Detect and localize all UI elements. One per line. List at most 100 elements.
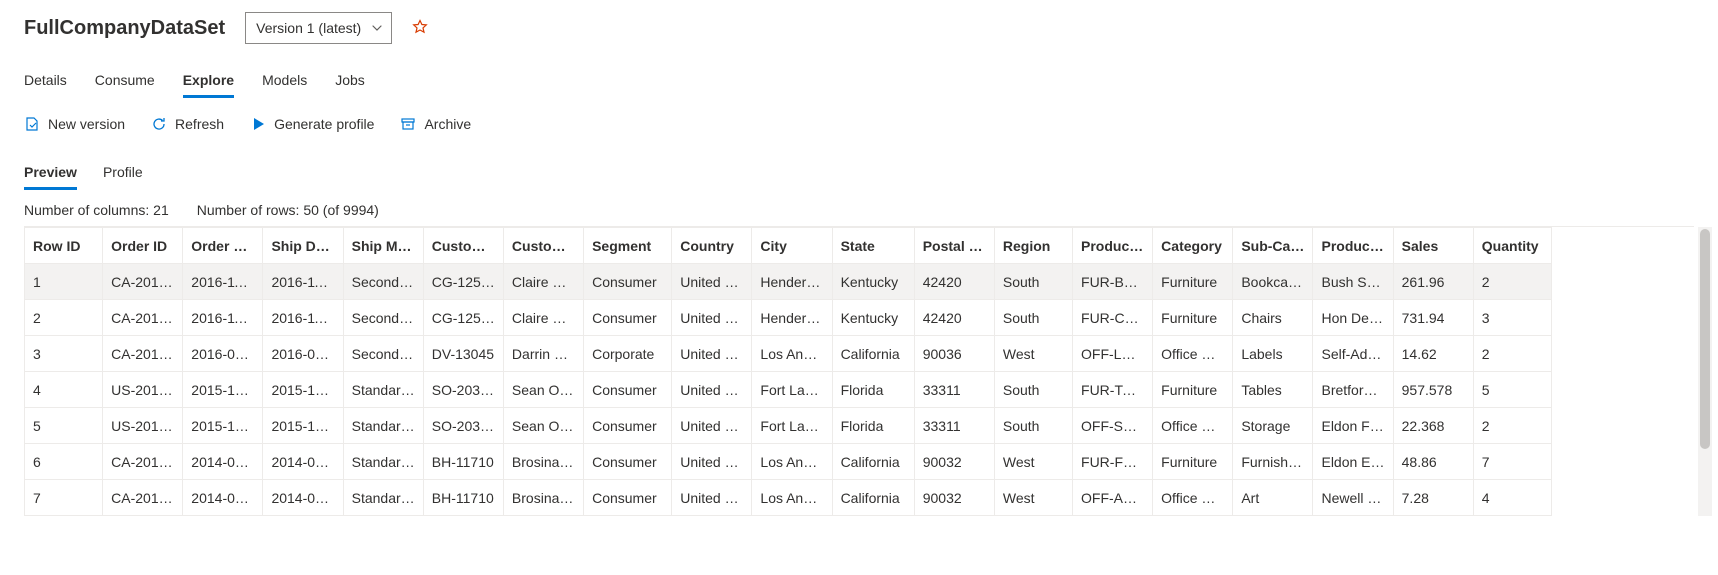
table-cell: US-2015-108966 (103, 372, 183, 408)
table-cell: OFF-ST-10000760 (1073, 408, 1153, 444)
tab-details[interactable]: Details (24, 64, 67, 98)
table-cell: Bookcases (1233, 264, 1313, 300)
table-body: 1CA-2016-1521562016-11-082016-11-11Secon… (25, 264, 1552, 516)
table-cell: Second Class (343, 300, 423, 336)
column-header[interactable]: Sub-Category (1233, 228, 1313, 264)
table-cell: 2 (1473, 408, 1551, 444)
table-cell: Consumer (584, 480, 672, 516)
table-row[interactable]: 6CA-2014-1158122014-06-092014-06-14Stand… (25, 444, 1552, 480)
column-header[interactable]: Segment (584, 228, 672, 264)
table-cell: CG-12520 (423, 300, 503, 336)
column-header[interactable]: State (832, 228, 914, 264)
page-title: FullCompanyDataSet (24, 17, 225, 40)
table-cell: 2014-06-09 (183, 480, 263, 516)
archive-button[interactable]: Archive (400, 116, 471, 132)
table-cell: Bush Somerset Collection Bookcase (1313, 264, 1393, 300)
table-cell: BH-11710 (423, 444, 503, 480)
column-header[interactable]: Product ID (1073, 228, 1153, 264)
table-cell: Second Class (343, 336, 423, 372)
column-header[interactable]: Country (672, 228, 752, 264)
subtab-preview[interactable]: Preview (24, 158, 77, 190)
column-header[interactable]: Ship Date (263, 228, 343, 264)
column-header[interactable]: Category (1153, 228, 1233, 264)
scrollbar-thumb[interactable] (1700, 229, 1710, 449)
column-header[interactable]: Postal Code (914, 228, 994, 264)
column-header[interactable]: Product Name (1313, 228, 1393, 264)
table-cell: 2015-10-11 (183, 372, 263, 408)
generate-profile-button[interactable]: Generate profile (250, 116, 374, 132)
new-version-button[interactable]: New version (24, 116, 125, 132)
play-icon (250, 116, 266, 132)
column-header[interactable]: Customer ID (423, 228, 503, 264)
table-row[interactable]: 2CA-2016-1521562016-11-082016-11-11Secon… (25, 300, 1552, 336)
scrollbar-vertical[interactable] (1698, 227, 1712, 516)
table-cell: FUR-CH-10000454 (1073, 300, 1153, 336)
table-cell: West (994, 444, 1072, 480)
table-cell: 7 (25, 480, 103, 516)
column-header[interactable]: Row ID (25, 228, 103, 264)
table-cell: Fort Lauderdale (752, 372, 832, 408)
column-header[interactable]: Customer Name (503, 228, 583, 264)
table-cell: 22.368 (1393, 408, 1473, 444)
table-cell: Newell 322 (1313, 480, 1393, 516)
rows-stat: Number of rows: 50 (of 9994) (197, 202, 379, 218)
table-cell: 90032 (914, 444, 994, 480)
table-cell: FUR-TA-10000577 (1073, 372, 1153, 408)
table-cell: 2016-06-12 (183, 336, 263, 372)
favorite-star-icon[interactable] (412, 19, 428, 38)
column-header[interactable]: City (752, 228, 832, 264)
table-cell: Brosina Hoffman (503, 480, 583, 516)
table-cell: Consumer (584, 444, 672, 480)
tab-models[interactable]: Models (262, 64, 307, 98)
table-cell: Consumer (584, 408, 672, 444)
table-cell: 5 (1473, 372, 1551, 408)
table-cell: California (832, 480, 914, 516)
table-cell: 2 (1473, 264, 1551, 300)
column-header[interactable]: Sales (1393, 228, 1473, 264)
tab-consume[interactable]: Consume (95, 64, 155, 98)
version-selector[interactable]: Version 1 (latest) (245, 12, 392, 44)
table-cell: CA-2016-152156 (103, 300, 183, 336)
column-header[interactable]: Region (994, 228, 1072, 264)
table-row[interactable]: 1CA-2016-1521562016-11-082016-11-11Secon… (25, 264, 1552, 300)
table-cell: Eldon Expressions Wood and Plastic Desk … (1313, 444, 1393, 480)
column-header[interactable]: Order Date (183, 228, 263, 264)
table-cell: United States (672, 480, 752, 516)
table-cell: South (994, 372, 1072, 408)
table-cell: United States (672, 336, 752, 372)
table-cell: 2014-06-14 (263, 444, 343, 480)
table-cell: Henderson (752, 300, 832, 336)
table-cell: Consumer (584, 300, 672, 336)
table-row[interactable]: 7CA-2014-1158122014-06-092014-06-14Stand… (25, 480, 1552, 516)
column-header[interactable]: Order ID (103, 228, 183, 264)
table-cell: Claire Gute (503, 300, 583, 336)
columns-stat: Number of columns: 21 (24, 202, 169, 218)
table-cell: FUR-FU-10001487 (1073, 444, 1153, 480)
table-cell: Sean O'Donnell (503, 372, 583, 408)
table-cell: Consumer (584, 264, 672, 300)
table-row[interactable]: 5US-2015-1089662015-10-112015-10-18Stand… (25, 408, 1552, 444)
new-version-label: New version (48, 116, 125, 132)
table-cell: SO-20335 (423, 408, 503, 444)
table-cell: Claire Gute (503, 264, 583, 300)
table-cell: 33311 (914, 372, 994, 408)
column-header[interactable]: Ship Mode (343, 228, 423, 264)
table-cell: 2014-06-14 (263, 480, 343, 516)
column-header[interactable]: Quantity (1473, 228, 1551, 264)
table-cell: Furniture (1153, 372, 1233, 408)
table-row[interactable]: 4US-2015-1089662015-10-112015-10-18Stand… (25, 372, 1552, 408)
tab-jobs[interactable]: Jobs (335, 64, 365, 98)
table-cell: OFF-LA-10000240 (1073, 336, 1153, 372)
table-cell: Kentucky (832, 264, 914, 300)
table-row[interactable]: 3CA-2016-1386882016-06-122016-06-16Secon… (25, 336, 1552, 372)
table-header-row: Row IDOrder IDOrder DateShip DateShip Mo… (25, 228, 1552, 264)
refresh-button[interactable]: Refresh (151, 116, 224, 132)
table-cell: 3 (1473, 300, 1551, 336)
tab-explore[interactable]: Explore (183, 64, 234, 98)
stats-row: Number of columns: 21 Number of rows: 50… (24, 190, 1694, 226)
table-cell: Labels (1233, 336, 1313, 372)
table-cell: 2 (25, 300, 103, 336)
table-cell: Hon Deluxe Fabric Upholstered Stacking C… (1313, 300, 1393, 336)
table-cell: Los Angeles (752, 480, 832, 516)
subtab-profile[interactable]: Profile (103, 158, 143, 190)
